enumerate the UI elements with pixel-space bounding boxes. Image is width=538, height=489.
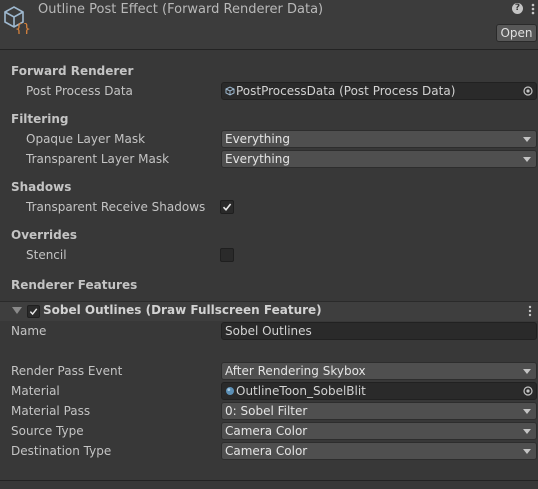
dropdown-arrow-icon [523,369,531,374]
checkmark-icon [222,203,232,212]
dropdown-arrow-icon [523,449,531,454]
material-pass-label: Material Pass [11,404,91,418]
object-picker-icon[interactable] [523,86,533,96]
header-divider [0,49,538,50]
transparent-layer-mask-label: Transparent Layer Mask [26,152,170,166]
object-picker-icon[interactable] [523,386,533,396]
material-pass-dropdown[interactable]: 0: Sobel Filter [221,402,537,420]
render-pass-event-value: After Rendering Skybox [225,364,366,378]
destination-type-dropdown[interactable]: Camera Color [221,442,537,460]
shadows-heading: Shadows [11,180,72,194]
dropdown-arrow-icon [523,409,531,414]
dropdown-arrow-icon [523,429,531,434]
inspector-title: Outline Post Effect (Forward Renderer Da… [38,2,324,17]
open-button[interactable]: Open [496,24,537,42]
stencil-label: Stencil [26,248,67,262]
destination-type-value: Camera Color [225,444,308,458]
feature-name-label: Name [11,324,47,338]
material-pass-value: 0: Sobel Filter [225,404,308,418]
opaque-layer-mask-value: Everything [225,132,290,146]
feature-title: Sobel Outlines (Draw Fullscreen Feature) [43,303,322,317]
kebab-menu-icon[interactable] [528,2,538,16]
material-value: OutlineToon_SobelBlit [236,384,366,398]
transparent-layer-mask-value: Everything [225,152,290,166]
render-pass-event-label: Render Pass Event [11,364,123,378]
source-type-label: Source Type [11,424,84,438]
destination-type-label: Destination Type [11,444,112,458]
material-field[interactable]: OutlineToon_SobelBlit [221,382,537,400]
kebab-menu-icon[interactable] [528,305,532,317]
overrides-heading: Overrides [11,228,77,242]
source-type-value: Camera Color [225,424,308,438]
material-sphere-icon [226,387,234,395]
help-icon[interactable]: ? [512,3,523,14]
opaque-layer-mask-label: Opaque Layer Mask [26,132,146,146]
renderer-features-heading: Renderer Features [11,278,138,292]
svg-text:{}: {} [15,22,31,34]
post-process-data-field[interactable]: PostProcessData (Post Process Data) [221,82,537,100]
section-divider [0,480,538,481]
feature-name-input[interactable]: Sobel Outlines [221,322,537,340]
foldout-arrow-icon[interactable] [12,307,22,314]
checkmark-icon [29,308,38,316]
filtering-heading: Filtering [11,112,69,126]
render-pass-event-dropdown[interactable]: After Rendering Skybox [221,362,537,380]
post-process-data-value: PostProcessData (Post Process Data) [236,84,456,98]
material-label: Material [11,384,60,398]
source-type-dropdown[interactable]: Camera Color [221,422,537,440]
transparent-layer-mask-dropdown[interactable]: Everything [221,150,537,168]
opaque-layer-mask-dropdown[interactable]: Everything [221,130,537,148]
stencil-checkbox[interactable] [220,248,234,262]
dropdown-arrow-icon [523,157,531,162]
post-process-data-label: Post Process Data [26,84,133,98]
feature-enabled-checkbox[interactable] [27,305,40,318]
transparent-receive-shadows-label: Transparent Receive Shadows [26,200,206,214]
forward-renderer-heading: Forward Renderer [11,64,134,78]
dropdown-arrow-icon [523,137,531,142]
scriptable-object-icon [225,86,235,96]
scriptable-object-icon: {} [4,6,31,34]
transparent-receive-shadows-checkbox[interactable] [220,200,234,214]
